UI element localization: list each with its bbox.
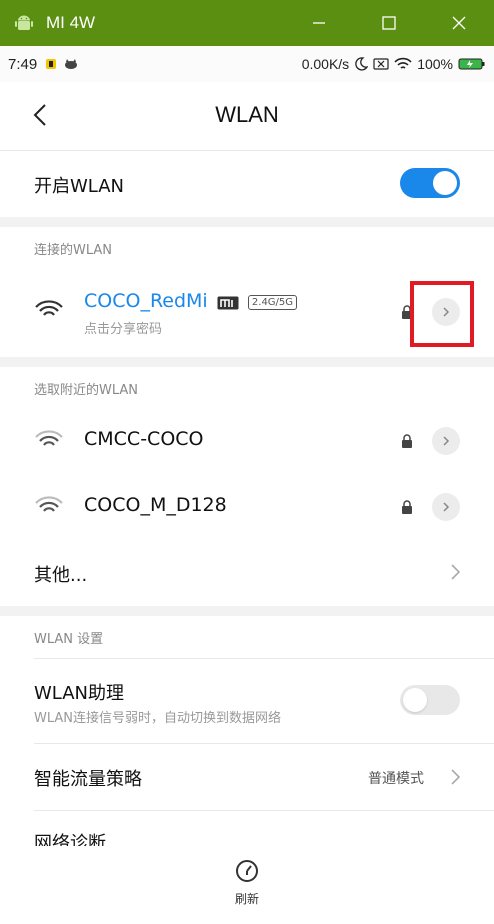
close-window-button[interactable] [424,0,494,46]
section-separator [0,217,494,227]
minimize-button[interactable] [284,0,354,46]
traffic-policy-value: 普通模式 [368,771,424,787]
section-separator [0,357,494,367]
connected-network-subtitle: 点击分享密码 [84,322,163,337]
network-speed: 0.00K/s [301,56,350,72]
android-icon [15,15,33,30]
wlan-assistant-subtitle: WLAN连接信号弱时，自动切换到数据网络 [34,711,282,726]
traffic-policy-row[interactable]: 智能流量策略 普通模式 [0,744,494,810]
minimize-icon [313,22,325,24]
network-detail-button[interactable] [432,427,460,455]
battery-percent: 100% [417,56,453,72]
wifi-status-icon [394,57,412,69]
lock-icon [402,434,412,448]
page-title: WLAN [215,102,279,127]
wlan-assistant-row[interactable]: WLAN助理 WLAN连接信号弱时，自动切换到数据网络 [0,659,494,743]
nearby-network-row[interactable]: COCO_M_D128 [0,474,494,540]
network-detail-button[interactable] [432,493,460,521]
notification-cat-icon [65,59,78,69]
wlan-assistant-label: WLAN助理 [34,683,125,704]
chevron-right-icon [443,502,450,512]
mi-brand-icon [217,296,239,309]
connected-network-title: COCO_RedMi 2.4G/5G [84,290,298,312]
chevron-right-icon [451,564,461,580]
section-separator [0,606,494,616]
wlan-toggle-switch[interactable] [400,168,460,198]
refresh-label: 刷新 [234,892,259,906]
highlight-box [410,281,474,347]
network-name: CMCC-COCO [84,428,204,450]
chevron-right-icon [443,436,450,446]
wlan-assistant-switch[interactable] [400,685,460,715]
other-networks-label: 其他... [34,565,88,586]
nearby-network-row[interactable]: CMCC-COCO [0,408,494,474]
network-name: COCO_M_D128 [84,494,227,516]
band-badge: 2.4G/5G [247,295,298,310]
maximize-button[interactable] [354,0,424,46]
refresh-icon [236,860,258,882]
refresh-button[interactable]: 刷新 [207,846,287,916]
connected-network-name: COCO_RedMi [84,290,208,312]
page-header: WLAN [0,82,494,151]
bottom-bar: 刷新 [0,846,494,924]
window-title: MI 4W [46,13,96,32]
settings-section-header: WLAN 设置 [34,632,104,647]
other-networks-row[interactable]: 其他... [0,540,494,606]
wlan-toggle-label: 开启WLAN [34,176,125,197]
status-bar: 7:49 0.00K/s 100% [0,46,494,82]
nearby-section-header: 选取附近的WLAN [34,383,139,398]
wlan-toggle-row[interactable]: 开启WLAN [0,151,494,217]
traffic-policy-label: 智能流量策略 [34,769,142,790]
connected-section-header: 连接的WLAN [34,243,113,258]
window-titlebar: MI 4W [0,0,494,46]
wifi-signal-icon [35,430,63,446]
wifi-signal-icon [35,300,63,316]
notification-app-icon [46,59,57,69]
status-time: 7:49 [8,55,38,73]
wifi-signal-icon [35,496,63,512]
maximize-icon [382,16,396,30]
chevron-right-icon [451,769,461,785]
lock-icon [402,500,412,514]
moon-icon [355,57,369,71]
diagnostics-row[interactable]: 网络诊断 [0,811,494,851]
sim-off-icon [373,58,389,70]
close-icon [452,16,466,30]
battery-charging-icon [458,58,485,70]
